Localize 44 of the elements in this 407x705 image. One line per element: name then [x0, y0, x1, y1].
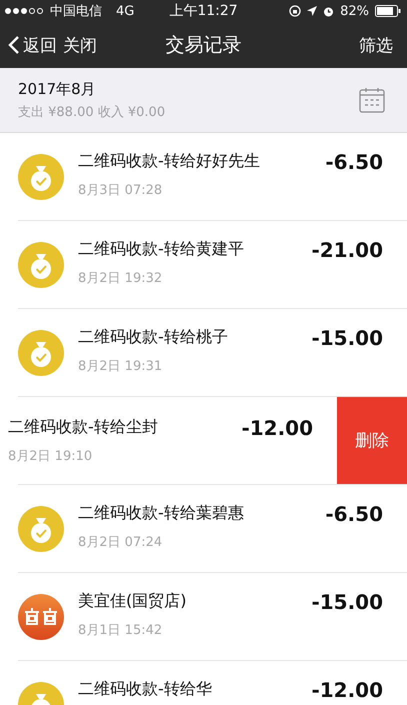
transaction-amount: -21.00	[311, 239, 383, 261]
transaction-time: 8月1日 15:42	[78, 622, 164, 639]
month-label: 2017年8月	[18, 80, 97, 98]
calendar-icon	[359, 87, 385, 113]
money-bag-icon	[18, 242, 64, 288]
transaction-title: 二维码收款-转给好好先生	[78, 151, 261, 171]
transaction-time: 8月2日 19:31	[78, 358, 164, 375]
delete-button[interactable]: 删除	[337, 397, 407, 484]
calendar-button[interactable]	[359, 87, 385, 113]
transaction-time: 8月3日 07:28	[78, 182, 164, 199]
back-chevron-icon	[8, 35, 20, 55]
store-logo-icon	[18, 594, 64, 640]
transaction-time: 8月2日 19:32	[78, 270, 164, 287]
transaction-title: 美宜佳(国贸店)	[78, 591, 188, 611]
transaction-title: 二维码收款-转给黄建平	[78, 239, 245, 259]
battery-percent: 82%	[340, 4, 369, 18]
transaction-time: 8月2日 19:10	[8, 448, 94, 465]
signal-icon	[4, 7, 44, 15]
transaction-amount: -12.00	[241, 417, 313, 439]
transaction-title: 二维码收款-转给桃子	[78, 327, 229, 347]
transaction-amount: -6.50	[325, 151, 383, 173]
month-summary: 支出 ¥88.00 收入 ¥0.00	[18, 104, 166, 120]
transaction-title: 二维码收款-转给尘封	[8, 417, 159, 437]
network-type: 4G	[116, 4, 134, 18]
close-button[interactable]: 关闭	[63, 34, 97, 56]
money-bag-icon	[18, 154, 64, 200]
clock-time: 上午11:27	[169, 2, 238, 20]
transaction-amount: -15.00	[311, 591, 383, 613]
page-title: 交易记录	[166, 33, 242, 58]
money-bag-icon	[18, 330, 64, 376]
battery-icon	[375, 5, 401, 17]
back-button[interactable]: 返回	[8, 34, 57, 56]
rotation-lock-icon	[289, 5, 302, 17]
carrier-name: 中国电信	[50, 3, 102, 20]
transaction-amount: -15.00	[311, 327, 383, 349]
alarm-icon	[323, 6, 334, 16]
transaction-title: 二维码收款-转给华	[78, 679, 213, 699]
location-icon	[307, 6, 318, 16]
transaction-amount: -12.00	[311, 679, 383, 701]
transaction-title: 二维码收款-转给葉碧惠	[78, 503, 245, 523]
transaction-time: 8月2日 07:24	[78, 534, 164, 551]
money-bag-icon	[18, 506, 64, 552]
transaction-amount: -6.50	[325, 503, 383, 525]
filter-button[interactable]: 筛选	[359, 34, 393, 56]
